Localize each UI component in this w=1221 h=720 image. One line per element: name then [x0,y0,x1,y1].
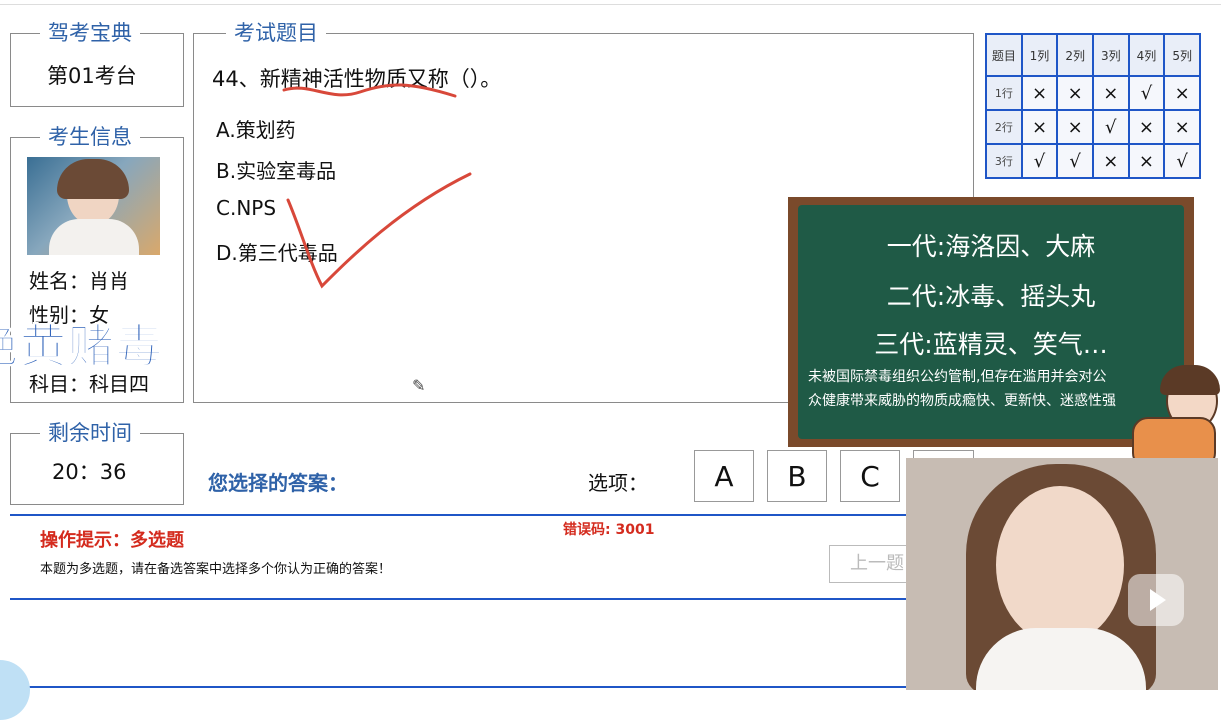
answer-grid-row: 1行 × × × √ × [985,75,1201,111]
grid-header-cell: 4列 [1127,33,1166,77]
grid-cell[interactable]: × [1020,75,1059,111]
blackboard-note-1: 未被国际禁毒组织公约管制,但存在滥用并会对公 [808,369,1107,385]
option-c[interactable]: C.NPS [216,196,276,220]
candidate-legend: 考生信息 [40,125,140,149]
top-divider [0,4,1221,5]
grid-header-cell: 题目 [985,33,1023,77]
grid-cell[interactable]: √ [1056,143,1094,179]
option-a[interactable]: A.策划药 [216,114,296,143]
timer-legend: 剩余时间 [40,421,140,445]
blackboard-line-2: 二代:冰毒、摇头丸 [886,282,1096,311]
grid-cell[interactable]: × [1056,75,1094,111]
blackboard-line-1: 一代:海洛因、大麻 [886,232,1096,261]
grid-cell[interactable]: √ [1091,109,1130,145]
answer-grid-header: 题目 1列 2列 3列 4列 5列 [985,33,1201,77]
error-code: 错误码: 3001 [563,522,655,538]
timer-value: 20：36 [52,460,127,484]
candidate-photo [27,157,160,255]
cartoon-sticker [1128,365,1220,470]
grid-row-label: 1行 [985,75,1023,111]
grid-header-cell: 2列 [1056,33,1094,77]
grid-cell[interactable]: × [1127,143,1166,179]
grid-header-cell: 3列 [1091,33,1130,77]
answer-grid-row: 2行 × × √ × × [985,109,1201,145]
grid-header-cell: 1列 [1020,33,1059,77]
grid-cell[interactable]: × [1163,75,1201,111]
options-label: 选项： [588,471,648,495]
grid-row-label: 3行 [985,143,1023,179]
selected-answer-label: 您选择的答案： [208,471,348,495]
grid-cell[interactable]: √ [1163,143,1201,179]
answer-button-a[interactable]: A [694,450,754,502]
grid-cell[interactable]: × [1056,109,1094,145]
name-value: 肖肖 [89,269,129,293]
bottom-divider [10,686,910,688]
answer-grid: 题目 1列 2列 3列 4列 5列 1行 × × × √ × 2行 × × √ … [985,33,1201,179]
question-legend: 考试题目 [226,21,326,45]
grid-row-label: 2行 [985,109,1023,145]
grid-cell[interactable]: × [1163,109,1201,145]
exam-site-value: 第01考台 [47,64,137,88]
answer-button-b[interactable]: B [767,450,827,502]
blackboard-note-2: 众健康带来威胁的物质成瘾快、更新快、迷惑性强 [808,393,1116,409]
grid-cell[interactable]: × [1020,109,1059,145]
pencil-icon[interactable]: ✎ [412,376,425,395]
overlay-caption: 绝黄赌毒 [0,319,164,374]
grid-cell[interactable]: √ [1020,143,1059,179]
name-row: 姓名：肖肖 [29,265,129,294]
annotation-checkmark [286,172,472,289]
corner-decoration [0,660,30,720]
annotation-underline [282,83,457,98]
grid-header-cell: 5列 [1163,33,1201,77]
grid-cell[interactable]: × [1091,143,1130,179]
answer-grid-row: 3行 √ √ × × √ [985,143,1201,179]
play-icon[interactable] [1128,574,1184,626]
answer-button-c[interactable]: C [840,450,900,502]
blackboard-line-3: 三代:蓝精灵、笑气… [874,330,1108,359]
exam-site-legend: 驾考宝典 [40,21,140,45]
presenter-video [906,458,1218,690]
grid-cell[interactable]: × [1091,75,1130,111]
blackboard-surface: 一代:海洛因、大麻 二代:冰毒、摇头丸 三代:蓝精灵、笑气… 未被国际禁毒组织公… [798,205,1184,439]
hint-body: 本题为多选题，请在备选答案中选择多个你认为正确的答案！ [40,562,392,577]
grid-cell[interactable]: √ [1127,75,1166,111]
hint-title: 操作提示：多选题 [40,530,184,551]
name-label: 姓名： [29,269,89,293]
grid-cell[interactable]: × [1127,109,1166,145]
